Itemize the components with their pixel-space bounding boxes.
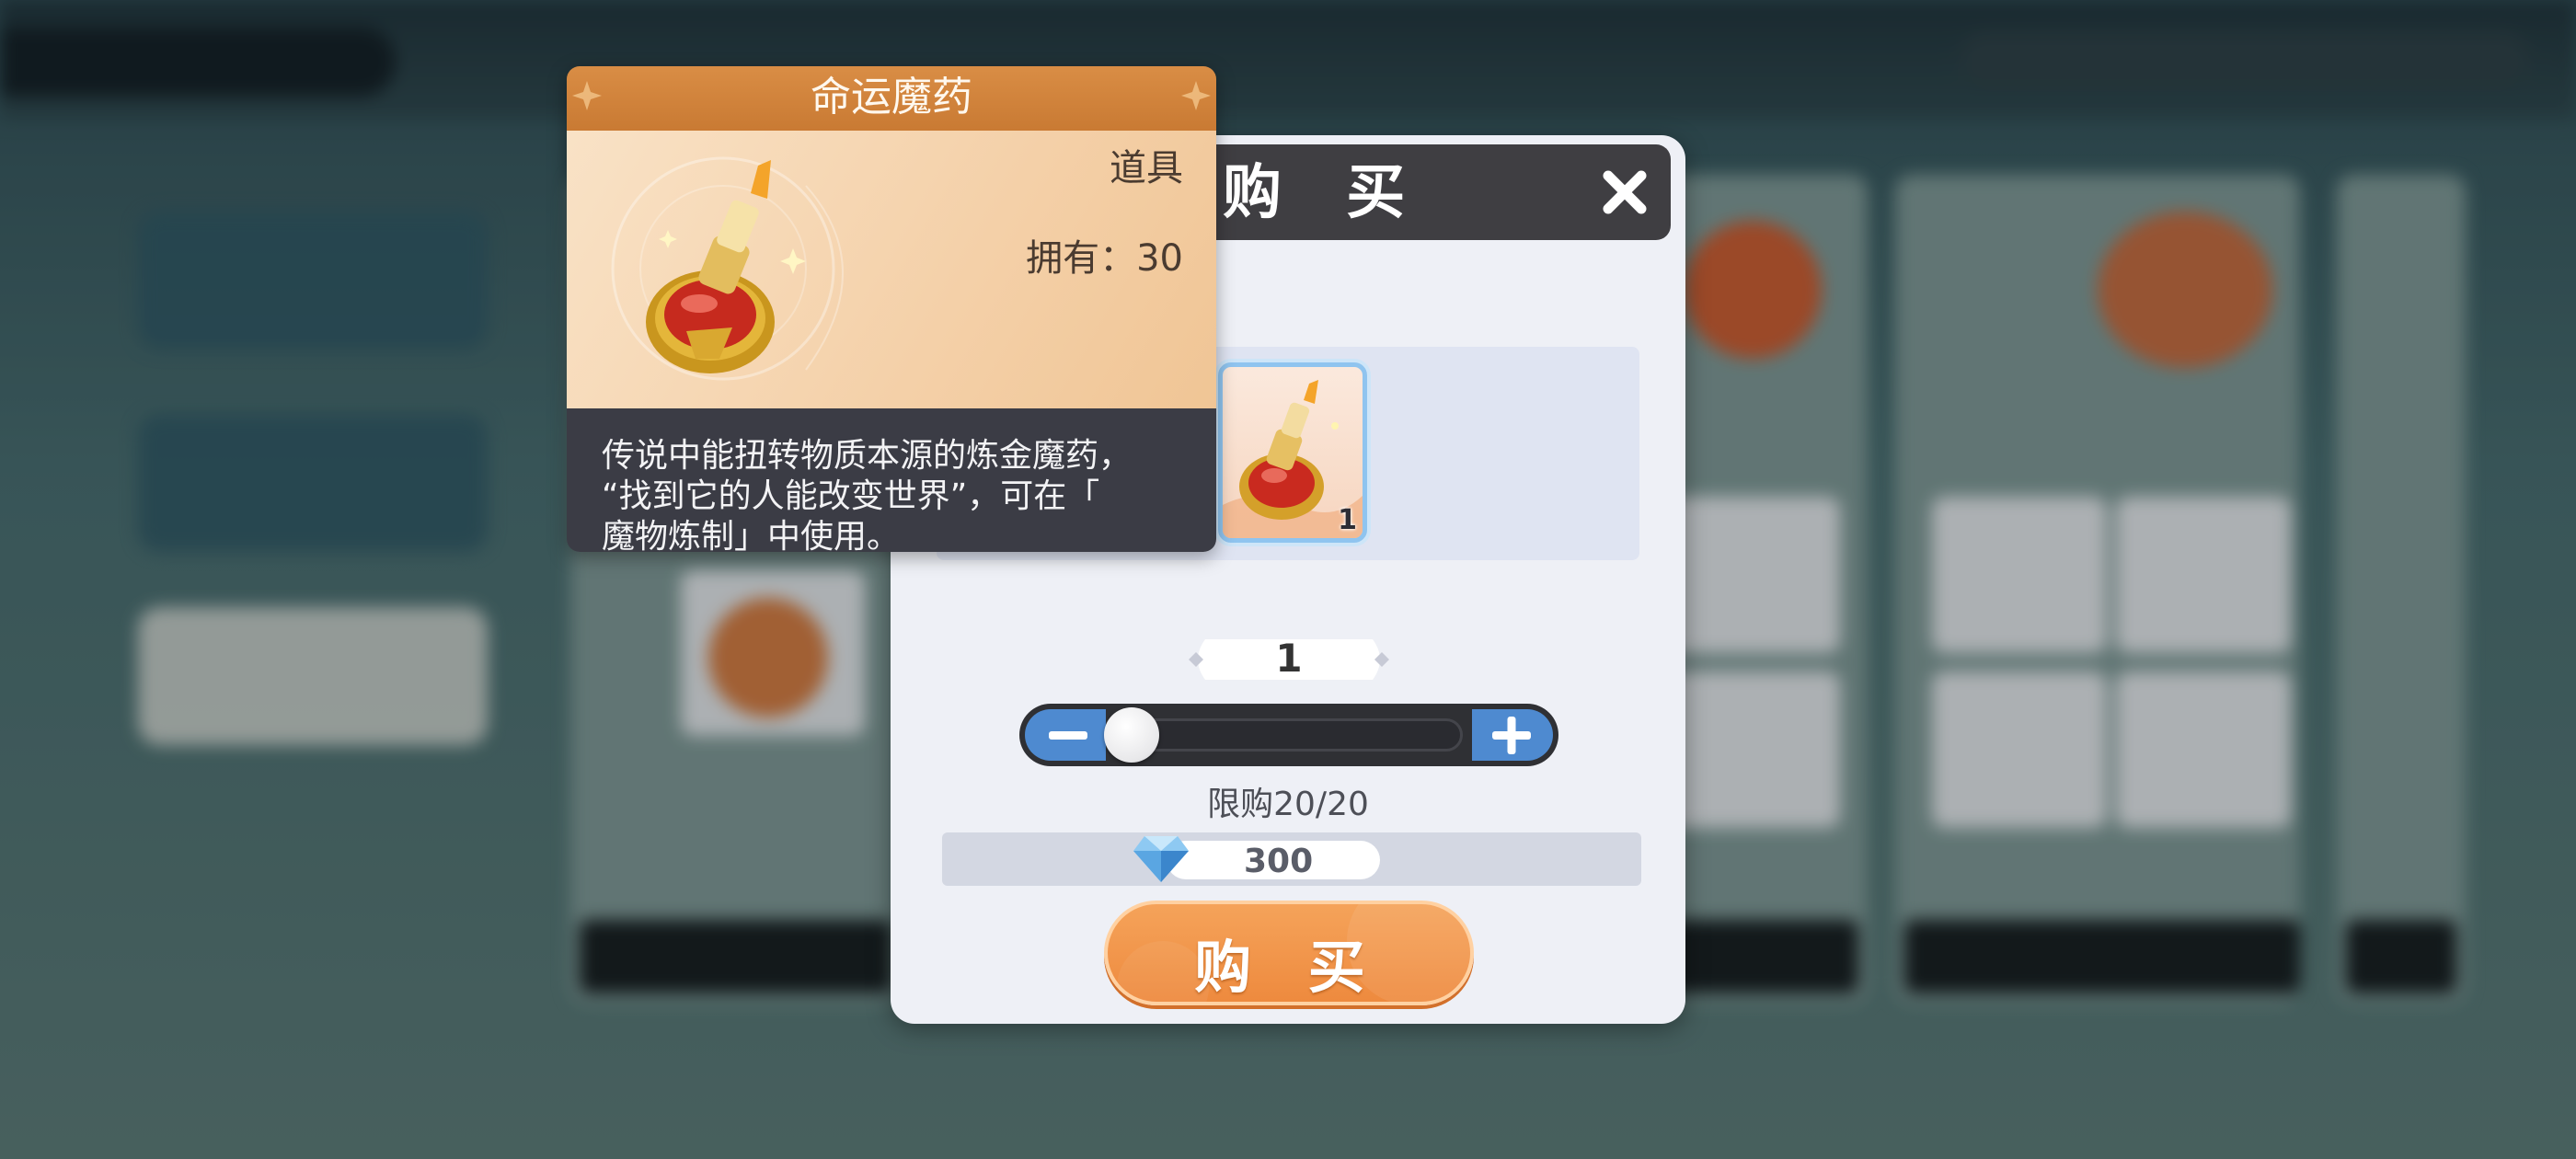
potion-icon [646,160,806,373]
item-tooltip: 命运魔药 道具 拥有：30 传说中能扭转物质本源的炼金魔药， “找到它的人能改变… [567,66,1216,552]
quantity-slider[interactable] [1019,704,1558,766]
item-name: 命运魔药 [811,74,972,120]
slider-thumb[interactable] [1104,707,1159,763]
decrease-button[interactable] [1025,709,1106,761]
item-owned: 拥有：30 [1026,237,1183,280]
item-description: 传说中能扭转物质本源的炼金魔药， “找到它的人能改变世界”，可在「 魔物炼制」中… [602,436,1190,552]
gem-icon [1133,836,1189,882]
item-count: 1 [1338,504,1357,536]
description-line: 魔物炼制」中使用。 [602,518,901,552]
close-button[interactable] [1597,165,1652,220]
description-line: “找到它的人能改变世界”，可在「 [602,477,1100,515]
minus-icon [1049,731,1087,740]
close-icon [1603,170,1647,214]
purchase-limit-text: 限购20/20 [1207,786,1369,823]
plus-icon [1492,717,1531,754]
buy-button-label: 购 买 [1194,934,1384,1001]
description-line: 传说中能扭转物质本源的炼金魔药， [602,437,1133,475]
item-type: 道具 [1110,147,1183,189]
quantity-value: 1 [1275,636,1303,681]
tooltip-header: 命运魔药 [567,66,1216,131]
item-slot[interactable]: 1 [1218,362,1367,543]
price-value: 300 [1244,843,1314,880]
dialog-title: 购 买 [1223,159,1428,227]
increase-button[interactable] [1472,709,1553,761]
slider-track[interactable] [1115,718,1463,752]
quantity-display: 1 [1183,632,1395,687]
price-pill: 300 [1167,841,1380,880]
buy-button[interactable]: 购 买 [1104,901,1474,1005]
tooltip-description-box: 传说中能扭转物质本源的炼金魔药， “找到它的人能改变世界”，可在「 魔物炼制」中… [567,408,1216,552]
